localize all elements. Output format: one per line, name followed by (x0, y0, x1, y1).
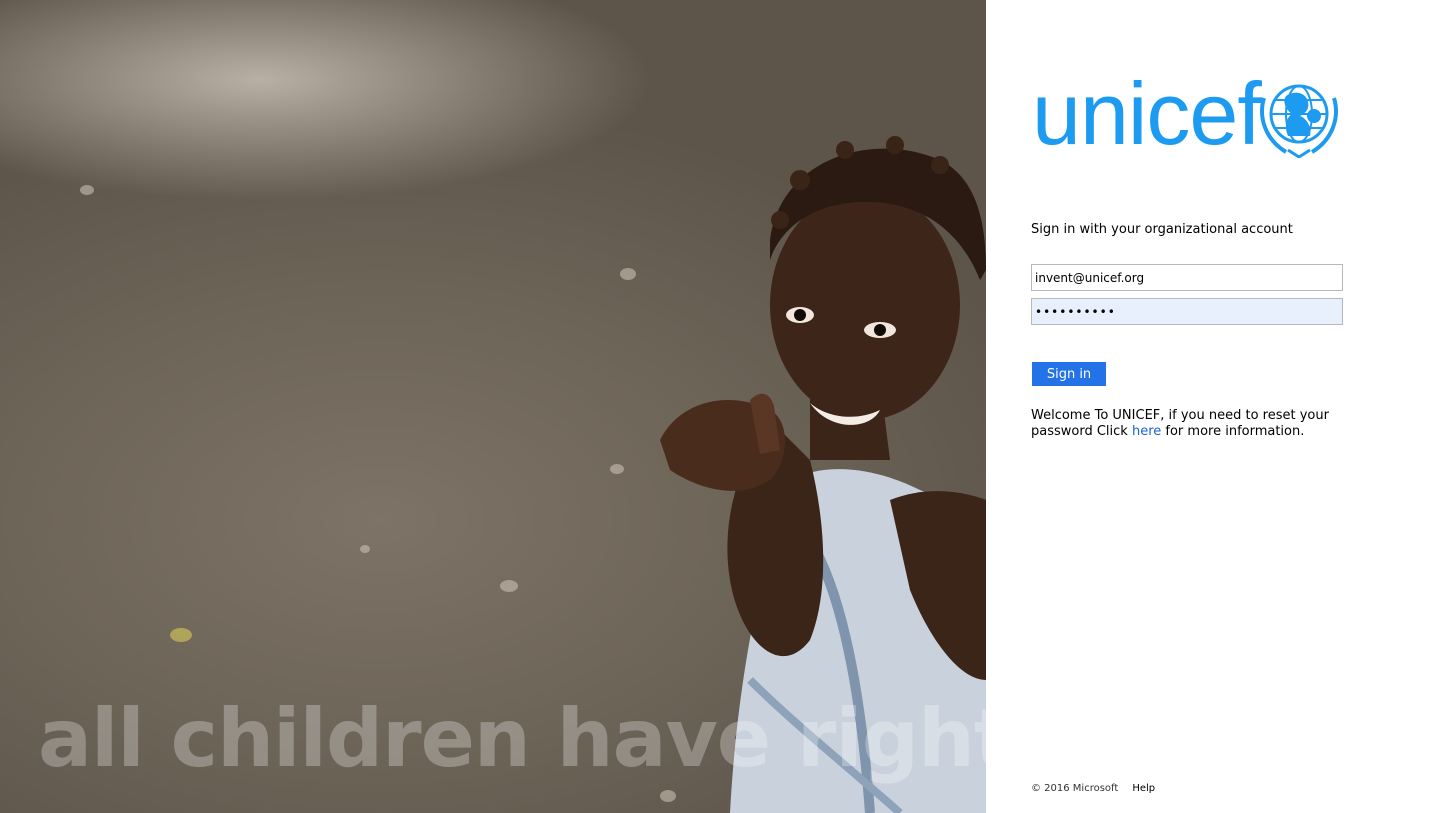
welcome-text-after: for more information. (1161, 424, 1305, 439)
unicef-wordmark: unicef (1032, 64, 1262, 163)
signin-page: all children have rights unicef Sign in … (0, 0, 1429, 813)
password-field[interactable] (1031, 298, 1343, 325)
signin-button[interactable]: Sign in (1032, 362, 1106, 386)
hero-illustration: all children have rights (0, 0, 986, 813)
unicef-logo: unicef (1032, 70, 1344, 158)
signin-heading: Sign in with your organizational account (1031, 222, 1293, 237)
reset-password-link[interactable]: here (1132, 424, 1161, 439)
welcome-message: Welcome To UNICEF, if you need to reset … (1031, 408, 1331, 440)
help-link[interactable]: Help (1132, 783, 1155, 794)
un-emblem-icon (1260, 84, 1338, 158)
signin-panel: unicef Sign in with your organizational … (986, 0, 1429, 813)
footer: © 2016 Microsoft Help (1031, 783, 1155, 794)
copyright-text: © 2016 Microsoft (1031, 783, 1119, 794)
tagline-overlay: all children have rights (38, 692, 986, 785)
email-field[interactable] (1031, 264, 1343, 291)
